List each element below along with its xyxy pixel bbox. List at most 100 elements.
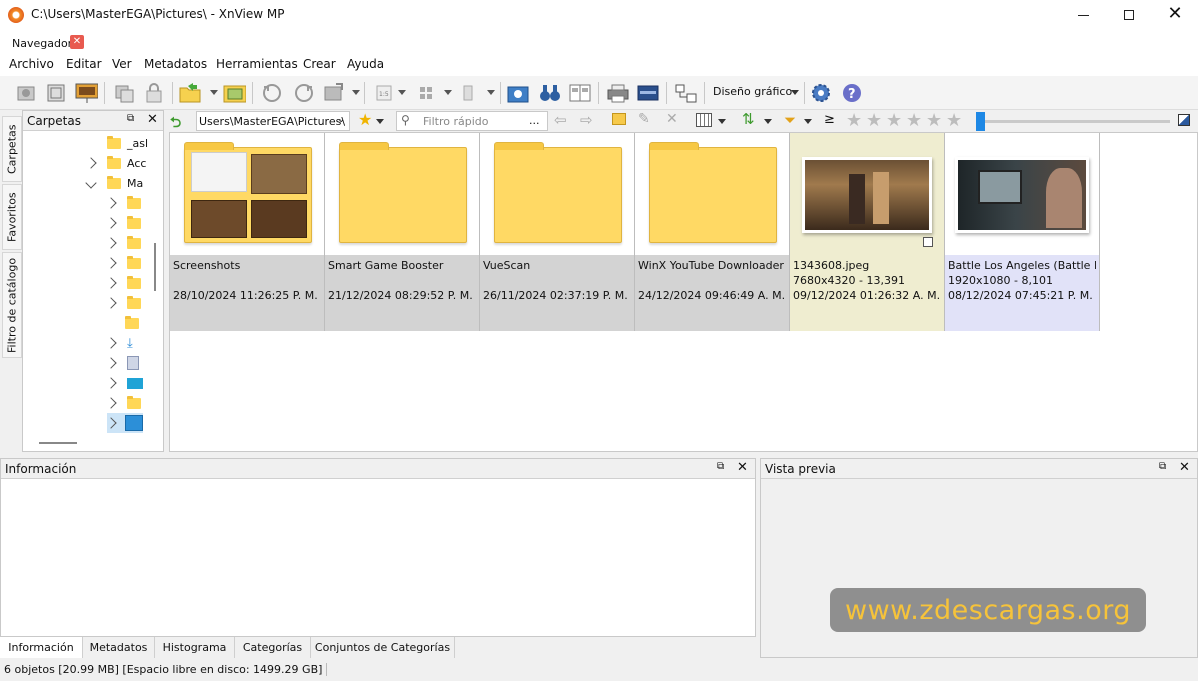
- float-icon[interactable]: ⧉: [717, 461, 724, 472]
- chevron-right-icon[interactable]: [105, 297, 117, 309]
- rating-operator[interactable]: ≥: [824, 112, 835, 127]
- chevron-right-icon[interactable]: [105, 277, 117, 289]
- path-field[interactable]: Users\MasterEGA\Pictures\ ⌄: [196, 111, 350, 131]
- tab-navegador[interactable]: Navegador ✕: [4, 32, 86, 52]
- view-mode-dropdown-icon[interactable]: [718, 119, 726, 124]
- rating-stars[interactable]: ★ ★ ★ ★ ★ ★: [846, 110, 966, 131]
- sort-icon[interactable]: ⇅: [742, 110, 755, 128]
- thumbnail-item[interactable]: WinX YouTube Downloader 24/12/2024 09:46…: [635, 133, 790, 331]
- nav-back-icon[interactable]: ⇦: [554, 111, 567, 129]
- chevron-right-icon[interactable]: [105, 217, 117, 229]
- nav-forward-icon[interactable]: ⇨: [580, 111, 593, 129]
- menu-metadatos[interactable]: Metadatos: [144, 57, 207, 71]
- tree-item[interactable]: [105, 193, 141, 213]
- close-button[interactable]: ✕: [1160, 4, 1190, 24]
- acquire-icon[interactable]: [14, 81, 38, 105]
- chevron-right-icon[interactable]: [85, 157, 97, 169]
- back-arrow-icon[interactable]: ⮌: [170, 112, 188, 131]
- layout-select[interactable]: Diseño gráfico: [710, 84, 802, 102]
- chevron-right-icon[interactable]: [105, 397, 117, 409]
- delete-icon[interactable]: ✕: [666, 111, 678, 127]
- zoom-1-1-icon[interactable]: 1:5: [372, 81, 396, 105]
- restore-panel-icon[interactable]: [1178, 114, 1190, 126]
- tab-conjuntos-categorias[interactable]: Conjuntos de Categorías: [311, 637, 455, 658]
- network-icon[interactable]: [674, 81, 698, 105]
- tab-informacion[interactable]: Información: [0, 637, 83, 658]
- star-icon[interactable]: ★: [946, 110, 962, 131]
- tree-item[interactable]: [125, 313, 139, 333]
- path-dropdown-icon[interactable]: ⌄: [337, 114, 345, 125]
- edit-icon[interactable]: ✎: [638, 111, 650, 127]
- lock-icon[interactable]: [142, 81, 166, 105]
- settings-gear-icon[interactable]: [809, 81, 833, 105]
- tab-categorias[interactable]: Categorías: [235, 637, 311, 658]
- chevron-right-icon[interactable]: [105, 197, 117, 209]
- panel-close-icon[interactable]: ✕: [737, 460, 748, 475]
- thumbnail-item[interactable]: VueScan 26/11/2024 02:37:19 P. M.: [480, 133, 635, 331]
- thumbnail-view-icon[interactable]: [414, 81, 438, 105]
- transform-icon[interactable]: [322, 81, 346, 105]
- menu-crear[interactable]: Crear: [303, 57, 336, 71]
- tree-item[interactable]: [105, 293, 141, 313]
- tree-item-pictures[interactable]: [105, 413, 143, 433]
- convert-icon[interactable]: [112, 81, 136, 105]
- bookmark-icon[interactable]: [456, 81, 480, 105]
- sidetab-filtro[interactable]: Filtro de catálogo: [2, 252, 22, 358]
- menu-ver[interactable]: Ver: [112, 57, 132, 71]
- compare-icon[interactable]: [568, 81, 592, 105]
- sort-dropdown-icon[interactable]: [764, 119, 772, 124]
- favorites-dropdown-icon[interactable]: [376, 119, 384, 124]
- float-icon[interactable]: ⧉: [127, 113, 134, 124]
- star-icon[interactable]: ★: [906, 110, 922, 131]
- tab-metadatos[interactable]: Metadatos: [83, 637, 155, 658]
- tab-close-icon[interactable]: ✕: [70, 35, 84, 49]
- thumbnail-item-selected[interactable]: 1343608.jpeg 7680x4320 - 13,391 09/12/20…: [790, 133, 945, 331]
- chevron-right-icon[interactable]: [105, 417, 117, 429]
- star-icon[interactable]: ★: [846, 110, 862, 131]
- favorites-star-icon[interactable]: ★: [358, 110, 372, 129]
- chevron-right-icon[interactable]: [105, 237, 117, 249]
- quick-filter-field[interactable]: ⚲ Filtro rápido ...: [396, 111, 548, 131]
- new-folder-icon[interactable]: [612, 113, 626, 125]
- panel-close-icon[interactable]: ✕: [147, 112, 158, 127]
- rotate-left-icon[interactable]: [260, 81, 284, 105]
- open-folder-icon[interactable]: [178, 81, 202, 105]
- view-mode-icon[interactable]: [696, 113, 712, 127]
- tree-item[interactable]: [105, 393, 141, 413]
- tree-item[interactable]: Acc: [85, 153, 146, 173]
- sidetab-carpetas[interactable]: Carpetas: [2, 116, 22, 182]
- tree-item[interactable]: [105, 353, 139, 373]
- fullscreen-icon[interactable]: [44, 81, 68, 105]
- tree-item[interactable]: ⤓: [105, 333, 133, 353]
- tab-histograma[interactable]: Histograma: [155, 637, 235, 658]
- horizontal-scrollbar[interactable]: [39, 442, 77, 444]
- tree-item[interactable]: [105, 373, 143, 393]
- tree-item[interactable]: Ma: [85, 173, 143, 193]
- print-icon[interactable]: [606, 81, 630, 105]
- binoculars-icon[interactable]: [538, 81, 562, 105]
- slider-thumb[interactable]: [976, 112, 985, 131]
- chevron-right-icon[interactable]: [105, 257, 117, 269]
- filter-more-button[interactable]: ...: [529, 114, 540, 127]
- tree-item[interactable]: [105, 233, 141, 253]
- filter-funnel-icon[interactable]: ⏷: [784, 111, 796, 129]
- chevron-right-icon[interactable]: [105, 337, 117, 349]
- panel-close-icon[interactable]: ✕: [1179, 460, 1190, 475]
- menu-ayuda[interactable]: Ayuda: [347, 57, 384, 71]
- filter-dropdown-icon[interactable]: [804, 119, 812, 124]
- star-icon[interactable]: ★: [866, 110, 882, 131]
- help-icon[interactable]: ?: [840, 81, 864, 105]
- menu-archivo[interactable]: Archivo: [9, 57, 54, 71]
- minimize-button[interactable]: [1068, 6, 1098, 24]
- thumbnail-item[interactable]: Screenshots 28/10/2024 11:26:25 P. M.: [170, 133, 325, 331]
- menu-editar[interactable]: Editar: [66, 57, 102, 71]
- capture-icon[interactable]: [506, 81, 530, 105]
- chevron-down-icon[interactable]: [85, 177, 97, 189]
- tree-item[interactable]: [105, 253, 141, 273]
- star-icon[interactable]: ★: [926, 110, 942, 131]
- scanner-icon[interactable]: [636, 81, 660, 105]
- tree-item[interactable]: [105, 273, 141, 293]
- sidetab-favoritos[interactable]: Favoritos: [2, 184, 22, 250]
- thumbnail-item[interactable]: Smart Game Booster 21/12/2024 08:29:52 P…: [325, 133, 480, 331]
- star-icon[interactable]: ★: [886, 110, 902, 131]
